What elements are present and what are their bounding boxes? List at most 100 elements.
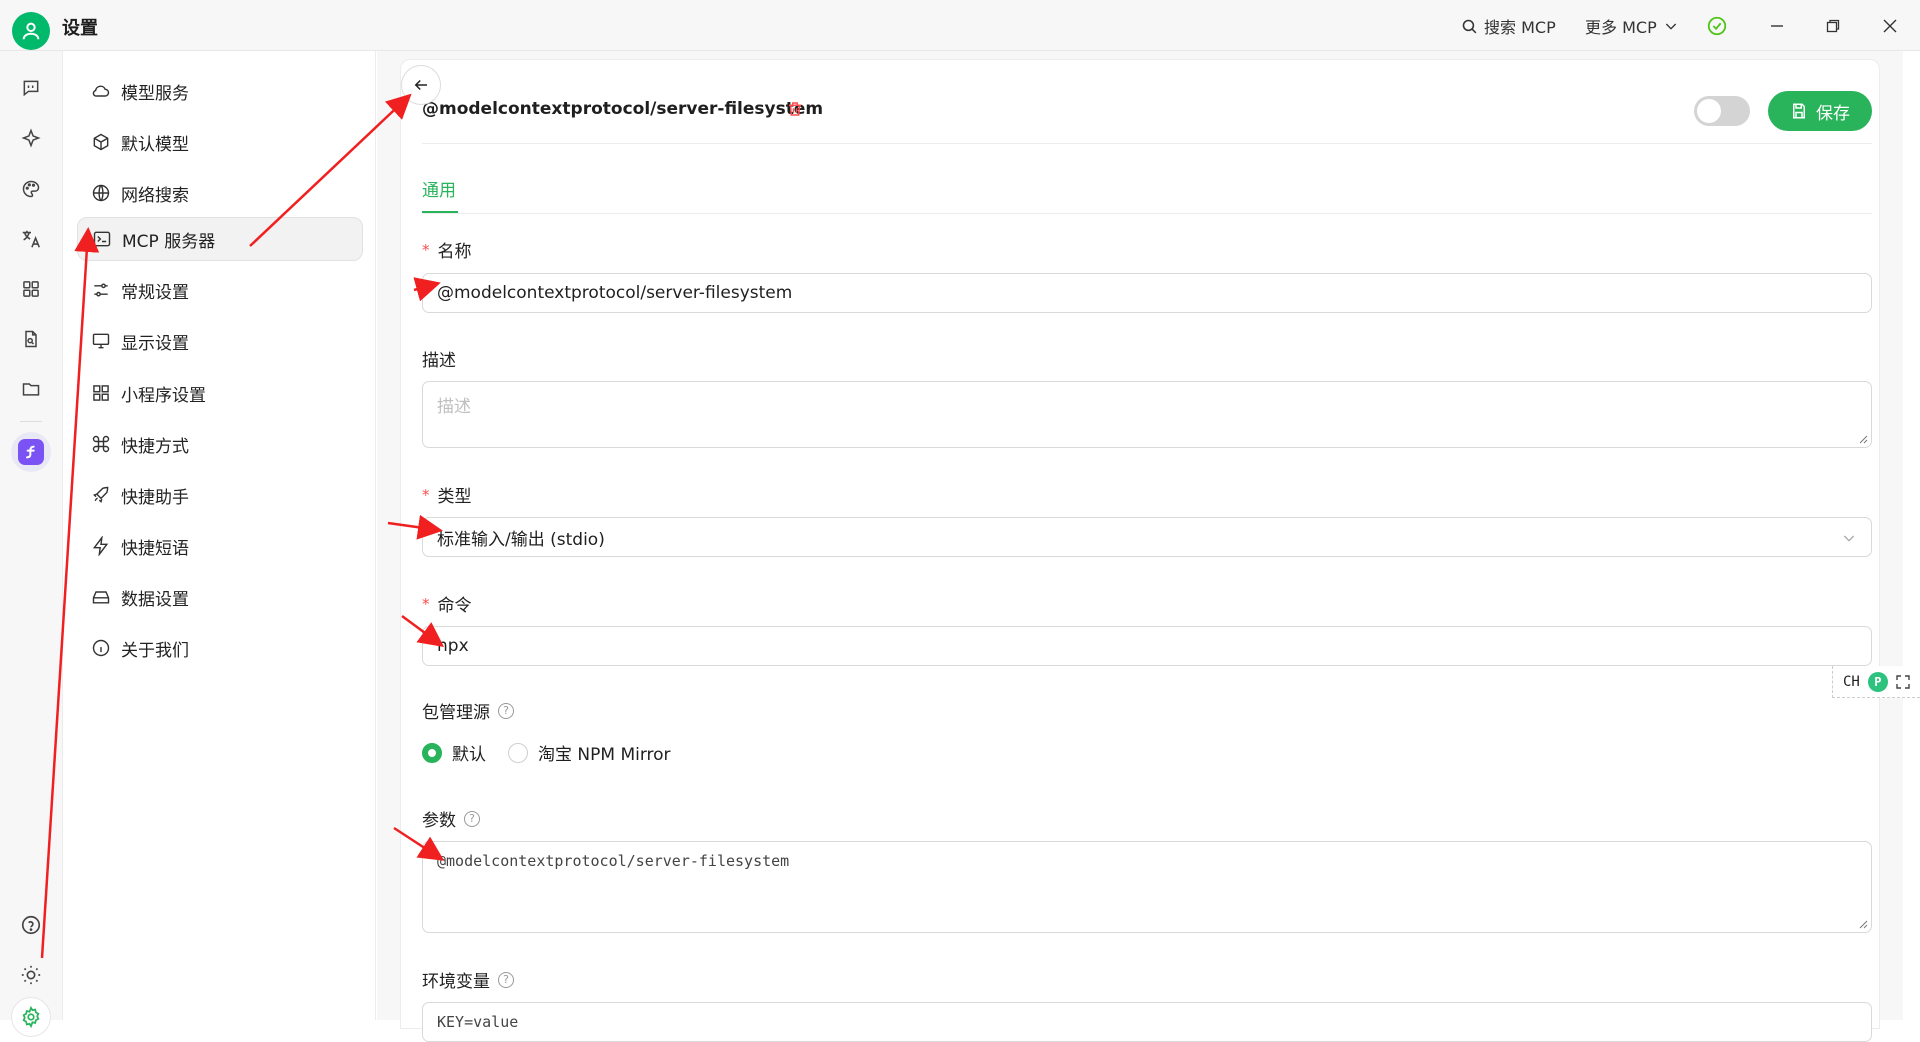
monitor-icon (92, 333, 110, 349)
command-label: * 命令 (422, 591, 472, 617)
window-title: 设置 (62, 18, 98, 39)
rocket-icon (93, 486, 109, 503)
menu-item-about-us[interactable]: 关于我们 (77, 626, 363, 670)
description-textarea[interactable]: 描述 (422, 381, 1872, 448)
user-avatar[interactable] (12, 12, 50, 50)
theme-toggle-icon (21, 965, 41, 985)
close-button[interactable] (1876, 12, 1904, 40)
command-icon (92, 435, 110, 453)
info-icon (92, 639, 110, 657)
radio-default[interactable] (422, 742, 442, 763)
menu-item-web-search[interactable]: 网络搜索 (77, 171, 363, 215)
ime-toolbar[interactable]: CH P (1832, 666, 1920, 698)
cloud-icon (92, 85, 110, 97)
ime-mode-label: CH (1843, 673, 1860, 690)
description-label: 描述 (422, 346, 456, 371)
radio-taobao-label[interactable]: 淘宝 NPM Mirror (538, 740, 671, 765)
name-label-text: 名称 (437, 242, 472, 262)
search-icon (1462, 19, 1477, 33)
menu-item-label: 关于我们 (121, 640, 189, 661)
sliders-icon (94, 283, 108, 297)
command-value: npx (437, 636, 469, 656)
rail-agents-button[interactable] (15, 122, 47, 154)
menu-item-label: 快捷方式 (121, 436, 189, 457)
grid-icon (93, 385, 109, 401)
radio-taobao-mirror[interactable] (508, 742, 528, 763)
menu-item-label: MCP 服务器 (122, 231, 216, 252)
menu-item-label: 默认模型 (121, 134, 189, 155)
rail-apps-button[interactable] (15, 273, 47, 305)
rail-help-button[interactable] (15, 909, 47, 941)
resize-handle-icon[interactable] (1858, 434, 1868, 444)
status-ok-icon[interactable] (1703, 12, 1731, 40)
args-label-text: 参数 (422, 811, 456, 831)
radio-default-label[interactable]: 默认 (452, 740, 486, 765)
menu-item-display-settings[interactable]: 显示设置 (77, 319, 363, 363)
menu-item-data-settings[interactable]: 数据设置 (77, 575, 363, 619)
minimize-button[interactable] (1763, 12, 1791, 40)
menu-item-quick-phrases[interactable]: 快捷短语 (77, 524, 363, 568)
fullscreen-icon (1896, 674, 1910, 689)
folder-icon (22, 383, 40, 396)
menu-item-label: 常规设置 (121, 282, 189, 303)
rail-settings-button[interactable] (11, 997, 51, 1037)
minimize-icon (1771, 25, 1783, 27)
save-icon (1793, 103, 1805, 119)
type-label: * 类型 (422, 482, 472, 508)
command-label-text: 命令 (437, 596, 472, 616)
rail-miniapp-button[interactable] (11, 432, 51, 472)
server-enable-toggle[interactable] (1694, 96, 1750, 126)
name-label: * 名称 (422, 237, 472, 263)
registry-label-text: 包管理源 (422, 703, 490, 723)
rail-files-button[interactable] (15, 373, 47, 405)
name-input[interactable]: @modelcontextprotocol/server-filesystem (422, 273, 1872, 313)
save-button[interactable]: 保存 (1768, 91, 1872, 131)
more-mcp-label: 更多 MCP (1585, 18, 1657, 37)
arrow-left-icon (414, 79, 427, 91)
ime-logo-icon: P (1867, 671, 1888, 692)
globe-icon (92, 184, 110, 202)
settings-menu: 模型服务 默认模型 网络搜索 MCP 服务器 常规设置 显示设置 小程序设置 快… (62, 51, 376, 1020)
title-bar: 设置 搜索 MCP 更多 MCP (0, 0, 1920, 51)
command-input[interactable]: npx (422, 626, 1872, 666)
grid-icon (23, 281, 39, 297)
help-icon[interactable]: ? (498, 971, 514, 988)
help-icon[interactable]: ? (498, 702, 514, 719)
rail-knowledge-button[interactable] (15, 323, 47, 355)
required-mark: * (422, 240, 430, 259)
rail-paint-button[interactable] (15, 173, 47, 205)
miniapp-logo-icon (18, 439, 44, 465)
rail-translate-button[interactable] (15, 223, 47, 255)
rail-theme-button[interactable] (15, 959, 47, 991)
translate-icon (22, 230, 40, 248)
menu-item-model-service[interactable]: 模型服务 (77, 69, 363, 113)
env-textarea[interactable]: KEY=value (422, 1002, 1872, 1042)
restore-icon (1826, 19, 1840, 33)
tab-divider (422, 213, 1872, 214)
menu-item-label: 数据设置 (121, 589, 189, 610)
menu-item-shortcuts[interactable]: 快捷方式 (77, 422, 363, 466)
menu-item-miniapp-settings[interactable]: 小程序设置 (77, 371, 363, 415)
tab-general[interactable]: 通用 (422, 176, 456, 201)
rail-divider (20, 421, 42, 422)
menu-item-mcp-servers[interactable]: MCP 服务器 (77, 217, 363, 261)
type-label-text: 类型 (437, 487, 472, 507)
help-icon[interactable]: ? (464, 810, 480, 827)
menu-item-quick-assistant[interactable]: 快捷助手 (77, 473, 363, 517)
delete-server-button[interactable] (786, 100, 804, 122)
type-value: 标准输入/输出 (stdio) (437, 529, 605, 550)
server-title: @modelcontextprotocol/server-filesystem (422, 99, 824, 119)
more-mcp-dropdown[interactable]: 更多 MCP (1585, 14, 1679, 38)
search-mcp-button[interactable]: 搜索 MCP (1461, 14, 1556, 38)
menu-item-default-model[interactable]: 默认模型 (77, 120, 363, 164)
chevron-down-icon (1843, 535, 1855, 542)
resize-handle-icon[interactable] (1858, 919, 1868, 929)
menu-item-general-settings[interactable]: 常规设置 (77, 268, 363, 312)
args-textarea[interactable]: @modelcontextprotocol/server-filesystem (422, 841, 1872, 933)
type-select[interactable]: 标准输入/输出 (stdio) (422, 517, 1872, 557)
rail-chat-button[interactable] (15, 72, 47, 104)
required-mark: * (422, 485, 430, 504)
back-button[interactable] (401, 65, 441, 105)
maximize-button[interactable] (1819, 12, 1847, 40)
gear-icon (22, 1006, 40, 1028)
